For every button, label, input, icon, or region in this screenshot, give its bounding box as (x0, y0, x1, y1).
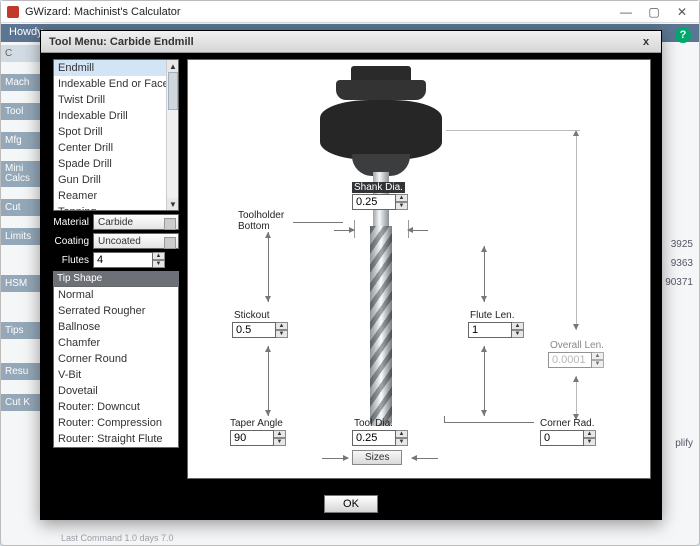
bg-value: 9363 (665, 258, 693, 269)
spin-down-icon[interactable]: ▼ (276, 330, 288, 338)
spin-up-icon[interactable]: ▲ (512, 322, 524, 330)
list-item[interactable]: Center Drill (54, 140, 178, 156)
list-item[interactable]: Normal (54, 287, 178, 303)
flute-len-input[interactable] (468, 322, 512, 338)
bg-value: 3925 (665, 239, 693, 250)
sizes-button[interactable]: Sizes (352, 450, 402, 465)
corner-rad-input[interactable] (540, 430, 584, 446)
dialog-close-button[interactable]: x (639, 35, 653, 49)
spin-up-icon[interactable]: ▲ (396, 194, 408, 202)
window-close-button[interactable]: ✕ (675, 5, 689, 19)
titlebar: GWizard: Machinist's Calculator — ▢ ✕ (1, 1, 699, 23)
tool-diagram: Shank Dia. ▲▼ ToolholderBottom Stickout … (187, 59, 651, 479)
list-item[interactable]: Dovetail (54, 383, 178, 399)
flutes-input[interactable] (93, 252, 153, 268)
material-label: Material (53, 217, 93, 228)
list-item[interactable]: Spot Drill (54, 124, 178, 140)
dialog-titlebar: Tool Menu: Carbide Endmill x (41, 31, 661, 53)
list-item[interactable]: Reamer (54, 188, 178, 204)
tool-menu-dialog: Tool Menu: Carbide Endmill x Endmill Ind… (40, 30, 662, 520)
flutes-label: Flutes (53, 255, 93, 266)
spin-down-icon[interactable]: ▼ (584, 438, 596, 446)
list-item[interactable]: Gun Drill (54, 172, 178, 188)
spin-up-icon[interactable]: ▲ (592, 352, 604, 360)
coating-label: Coating (53, 236, 93, 247)
list-item[interactable]: Ballnose (54, 319, 178, 335)
list-item[interactable]: Indexable End or Face Mill (54, 76, 178, 92)
window-maximize-button[interactable]: ▢ (647, 5, 661, 19)
flute-len-label: Flute Len. (470, 310, 514, 321)
list-item[interactable]: Twist Drill (54, 92, 178, 108)
tool-dia-input[interactable] (352, 430, 396, 446)
toolholder-graphic (318, 66, 444, 172)
help-icon[interactable]: ? (675, 27, 691, 43)
taper-angle-input[interactable] (230, 430, 274, 446)
list-item[interactable]: Spade Drill (54, 156, 178, 172)
list-item[interactable]: Router: Downcut (54, 399, 178, 415)
spin-up-icon[interactable]: ▲ (396, 430, 408, 438)
list-item[interactable]: Router: Straight Flute (54, 431, 178, 447)
window-minimize-button[interactable]: — (619, 5, 633, 19)
scroll-down-icon[interactable]: ▼ (167, 198, 179, 210)
dialog-title: Tool Menu: Carbide Endmill (49, 36, 639, 48)
shank-dia-label: Shank Dia. (352, 182, 405, 193)
list-item[interactable]: V-Bit (54, 367, 178, 383)
spin-up-icon[interactable]: ▲ (276, 322, 288, 330)
bg-value: plify (665, 438, 693, 449)
app-title: GWizard: Machinist's Calculator (25, 6, 619, 18)
tip-shape-list[interactable]: Normal Serrated Rougher Ballnose Chamfer… (53, 286, 179, 448)
spin-down-icon[interactable]: ▼ (592, 360, 604, 368)
spin-down-icon[interactable]: ▼ (274, 438, 286, 446)
overall-len-label: Overall Len. (550, 340, 604, 351)
tool-type-list[interactable]: Endmill Indexable End or Face Mill Twist… (53, 59, 179, 211)
coating-select[interactable]: Uncoated (93, 233, 179, 249)
corner-rad-label: Corner Rad. (540, 418, 594, 429)
stickout-label: Stickout (234, 310, 270, 321)
scrollbar[interactable]: ▲ ▼ (166, 60, 178, 210)
bg-right-values: 3925 9363 90371 plify (665, 239, 693, 457)
bg-value: 90371 (665, 277, 693, 288)
overall-len-input[interactable] (548, 352, 592, 368)
scroll-thumb[interactable] (168, 72, 178, 110)
stickout-input[interactable] (232, 322, 276, 338)
list-item[interactable]: Chamfer (54, 335, 178, 351)
list-item[interactable]: Serrated Rougher (54, 303, 178, 319)
spin-down-icon[interactable]: ▼ (153, 260, 165, 268)
list-item[interactable]: Corner Round (54, 351, 178, 367)
toolholder-bottom-label: ToolholderBottom (238, 210, 284, 232)
list-item[interactable]: Indexable Drill (54, 108, 178, 124)
material-select[interactable]: Carbide (93, 214, 179, 230)
scroll-up-icon[interactable]: ▲ (167, 60, 179, 72)
ok-button[interactable]: OK (324, 495, 378, 513)
list-item[interactable]: Router: Compression (54, 415, 178, 431)
flutes-graphic (370, 226, 392, 426)
taper-angle-label: Taper Angle (230, 418, 283, 429)
spin-down-icon[interactable]: ▼ (396, 438, 408, 446)
list-item[interactable]: Endmill (54, 60, 178, 76)
tool-dia-label: Tool Dia. (354, 418, 393, 429)
list-item[interactable]: Tapping (54, 204, 178, 211)
spin-up-icon[interactable]: ▲ (584, 430, 596, 438)
spin-up-icon[interactable]: ▲ (153, 252, 165, 260)
footer-text: Last Command 1.0 days 7.0 (61, 533, 174, 543)
shank-dia-input[interactable] (352, 194, 396, 210)
spin-up-icon[interactable]: ▲ (274, 430, 286, 438)
spin-down-icon[interactable]: ▼ (396, 202, 408, 210)
spin-down-icon[interactable]: ▼ (512, 330, 524, 338)
tip-shape-header: Tip Shape (53, 271, 179, 286)
app-icon (7, 6, 19, 18)
